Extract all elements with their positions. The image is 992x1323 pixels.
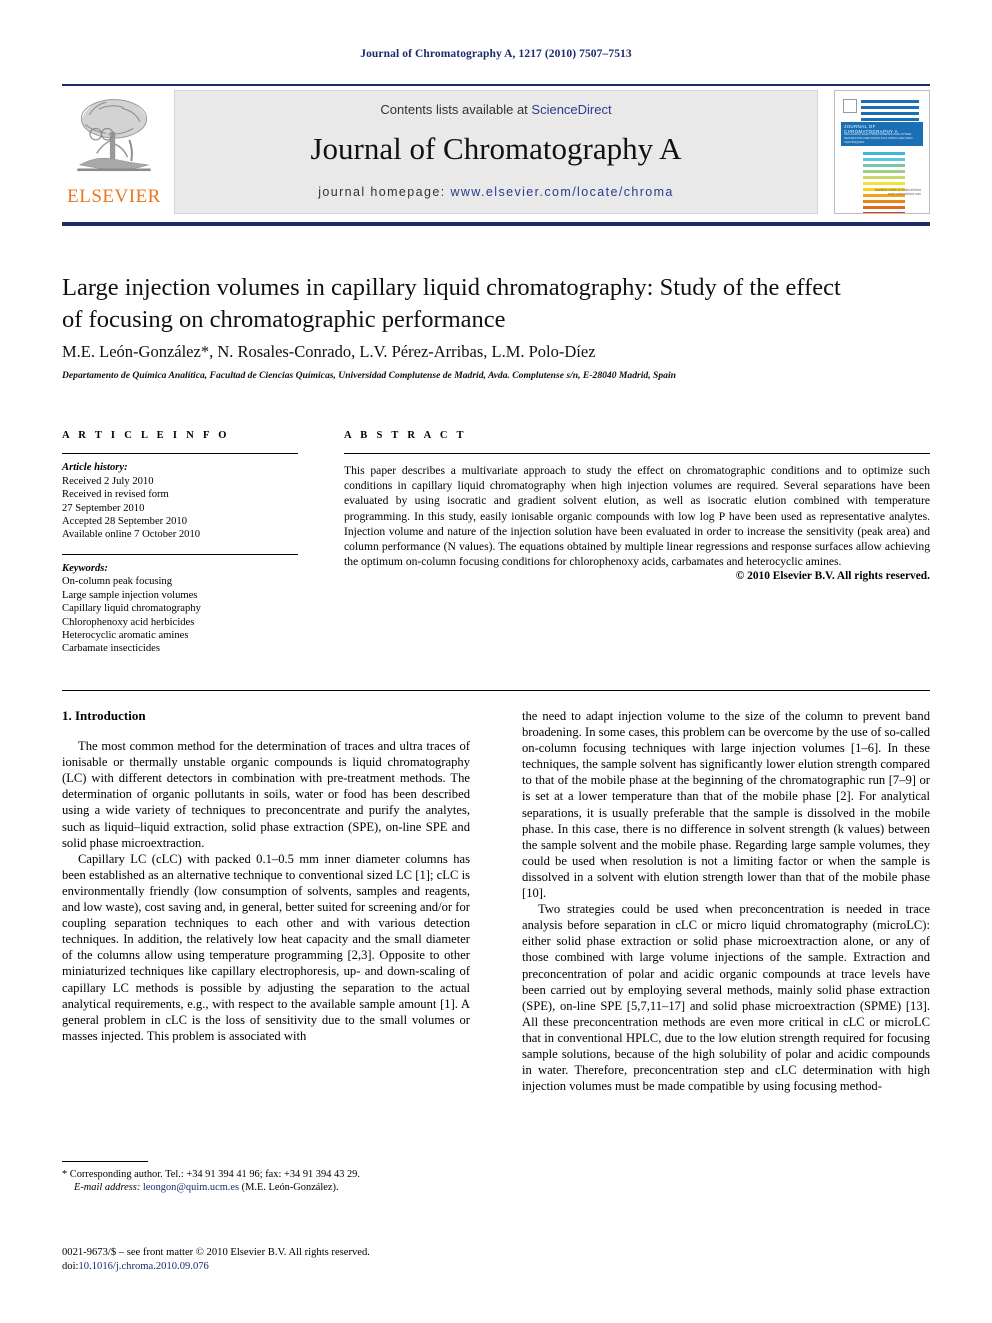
abstract-copyright: © 2010 Elsevier B.V. All rights reserved… [735,569,930,582]
body-column-right: the need to adapt injection volume to th… [522,708,930,1094]
keywords-rule [62,553,298,556]
journal-title: Journal of Chromatography A [310,131,682,166]
article-history: Article history: Received 2 July 2010 Re… [62,461,298,541]
contents-prefix: Contents lists available at [380,102,532,117]
page-title: Large injection volumes in capillary liq… [62,274,841,333]
journal-homepage-line: journal homepage: www.elsevier.com/locat… [175,185,817,199]
paragraph: Capillary LC (cLC) with packed 0.1–0.5 m… [62,851,470,1043]
keyword-item: Carbamate insecticides [62,643,160,655]
footnote-block: * Corresponding author. Tel.: +34 91 394… [62,1168,472,1195]
elsevier-tree-icon [66,90,162,186]
affiliation: Departamento de Química Analítica, Facul… [62,370,676,381]
issn-copyright-line: 0021-9673/$ – see front matter © 2010 El… [62,1247,370,1258]
paragraph: The most common method for the determina… [62,739,470,850]
doi-link[interactable]: 10.1016/j.chroma.2010.09.076 [78,1261,208,1272]
elsevier-logo: ELSEVIER [62,90,166,214]
cover-logo-icon [843,99,857,113]
footnote-rule [62,1161,148,1163]
history-line: Available online 7 October 2010 [62,529,201,541]
keywords-label: Keywords: [62,563,108,575]
email-note: E-mail address: leongon@quim.ucm.es (M.E… [62,1181,472,1194]
email-link[interactable]: leongon@quim.ucm.es [143,1182,239,1193]
elsevier-wordmark: ELSEVIER [67,186,161,207]
keyword-item: Capillary liquid chromatography [62,603,201,615]
abstract-rule [344,453,930,455]
abstract-column: A B S T R A C T This paper describes a m… [344,430,930,582]
journal-cover-thumbnail: JOURNAL OF CHROMATOGRAPHY A INCLUDING EL… [834,90,930,214]
keyword-item: Heterocyclic aromatic amines [62,630,189,642]
history-line: Received 2 July 2010 [62,475,154,487]
paper-page: Journal of Chromatography A, 1217 (2010)… [0,0,992,1323]
cover-artwork: JOURNAL OF CHROMATOGRAPHY A INCLUDING EL… [841,96,923,213]
history-line: 27 September 2010 [62,502,145,514]
article-info-column: A R T I C L E I N F O Article history: R… [62,430,298,656]
abstract-bottom-rule [62,690,930,692]
doi-line: doi:10.1016/j.chroma.2010.09.076 [62,1260,502,1274]
homepage-prefix: journal homepage: [318,185,451,199]
history-line: Received in revised form [62,489,169,501]
author-list: M.E. León-González*, N. Rosales-Conrado,… [62,342,596,361]
cover-title-band: JOURNAL OF CHROMATOGRAPHY A INCLUDING EL… [841,122,923,146]
running-head: Journal of Chromatography A, 1217 (2010)… [360,48,632,60]
abstract-heading: A B S T R A C T [344,430,467,441]
article-history-label: Article history: [62,462,128,474]
keyword-item: Large sample injection volumes [62,589,198,601]
body-column-left: 1. Introduction The most common method f… [62,708,470,1044]
doi-label: doi: [62,1261,79,1272]
article-info-heading: A R T I C L E I N F O [62,430,230,441]
abstract-text: This paper describes a multivariate appr… [344,464,930,568]
contents-list-line: Contents lists available at ScienceDirec… [175,102,817,117]
keyword-item: On-column peak focusing [62,576,173,588]
keywords-block: Keywords: On-column peak focusing Large … [62,562,298,656]
paragraph: the need to adapt injection volume to th… [522,709,930,901]
section-heading-introduction: 1. Introduction [62,708,146,723]
imprint-block: 0021-9673/$ – see front matter © 2010 El… [62,1246,502,1274]
header-rule [62,84,930,86]
masthead-bottom-rule [62,222,930,226]
homepage-link[interactable]: www.elsevier.com/locate/chroma [450,185,673,199]
journal-masthead: ELSEVIER Contents lists available at Sci… [62,88,930,216]
history-line: Accepted 28 September 2010 [62,515,188,527]
email-label: E-mail address: [74,1182,141,1194]
sciencedirect-band: Contents lists available at ScienceDirec… [174,90,818,214]
sciencedirect-link[interactable]: ScienceDirect [531,102,611,117]
corresponding-author-note: * Corresponding author. Tel.: +34 91 394… [62,1169,360,1180]
paragraph: Two strategies could be used when precon… [522,902,930,1094]
email-owner: (M.E. León-González). [241,1182,339,1194]
article-info-rule [62,453,298,455]
keyword-item: Chlorophenoxy acid herbicides [62,616,195,628]
cover-subtitle: INCLUDING ELECTROPHORESIS AND OTHER SEPA… [844,132,913,144]
cover-footer-text: Available online at ScienceDirect www.sc… [874,188,921,196]
